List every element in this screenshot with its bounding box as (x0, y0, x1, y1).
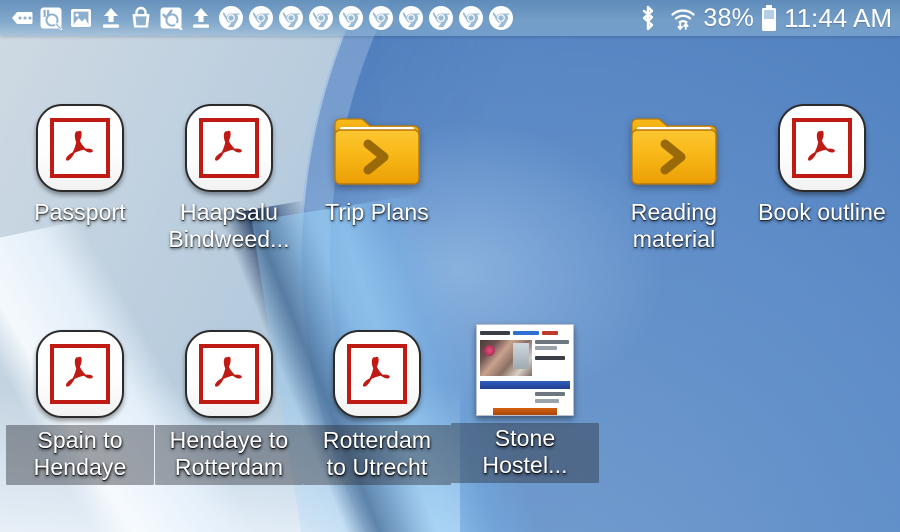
adobe-acrobat-icon (199, 344, 259, 404)
wifi-icon (668, 3, 698, 33)
bluetooth-icon (633, 3, 663, 33)
pdf-file-icon[interactable] (36, 104, 124, 192)
home-icon-book-outline[interactable]: Book outline (748, 102, 896, 226)
chrome-icon (246, 3, 276, 33)
battery-icon (759, 4, 779, 32)
pdf-file-icon[interactable] (36, 330, 124, 418)
home-screen-icon-grid[interactable]: Passport Haapsalu Bindweed... Trip Plans Re… (0, 36, 900, 532)
thumbnail-body (477, 338, 573, 378)
upload-icon (186, 3, 216, 33)
adobe-acrobat-icon (792, 118, 852, 178)
chrome-icon (216, 3, 246, 33)
home-icon-haapsalu-bindweed[interactable]: Haapsalu Bindweed... (155, 102, 303, 253)
folder-icon[interactable] (331, 108, 423, 192)
thumbnail-primary-button (480, 381, 570, 389)
battery-percent-label: 38% (703, 3, 755, 32)
chrome-icon (456, 3, 486, 33)
status-bar-system-icons[interactable]: 38% 11:44 AM (633, 3, 900, 34)
thumbnail-links (477, 415, 573, 416)
home-icon-label: Hendaye to Rotterdam (155, 425, 303, 485)
home-icon-stone-hostel[interactable]: Stone Hostel... (451, 322, 599, 483)
screen-recorder-icon (36, 3, 66, 33)
pdf-file-icon[interactable] (778, 104, 866, 192)
clock-label: 11:44 AM (784, 2, 892, 33)
image-saved-icon (66, 3, 96, 33)
chrome-icon (486, 3, 516, 33)
home-icon-reading-material[interactable]: Reading material (600, 102, 748, 253)
home-icon-rotterdam-to-utrecht[interactable]: Rotterdam to Utrecht (303, 328, 451, 485)
home-icon-hendaye-to-rotterdam[interactable]: Hendaye to Rotterdam (155, 328, 303, 485)
chrome-icon (366, 3, 396, 33)
thumbnail-footer (477, 389, 573, 406)
adobe-acrobat-icon (50, 118, 110, 178)
pdf-file-icon[interactable] (333, 330, 421, 418)
thumbnail-title-row (477, 325, 573, 338)
home-icon-label: Passport (34, 199, 126, 225)
upload-icon (96, 3, 126, 33)
adobe-acrobat-icon (347, 344, 407, 404)
folder-icon[interactable] (628, 108, 720, 192)
home-icon-label: Reading material (630, 199, 718, 252)
home-icon-label: Rotterdam to Utrecht (303, 425, 451, 485)
screenshot-captured-icon (156, 3, 186, 33)
home-icon-label: Spain to Hendaye (6, 425, 154, 485)
adobe-acrobat-icon (50, 344, 110, 404)
bag-icon (126, 3, 156, 33)
chrome-icon (336, 3, 366, 33)
home-icon-passport[interactable]: Passport (6, 102, 154, 226)
chrome-icon (426, 3, 456, 33)
thumbnail-detail-column (535, 340, 570, 376)
chrome-icon (306, 3, 336, 33)
thumbnail-secondary-button (493, 408, 557, 415)
home-icon-label: Haapsalu Bindweed... (168, 199, 290, 252)
home-icon-spain-to-hendaye[interactable]: Spain to Hendaye (6, 328, 154, 485)
thumbnail-photo (480, 340, 532, 376)
home-icon-trip-plans[interactable]: Trip Plans (303, 102, 451, 226)
adobe-acrobat-icon (199, 118, 259, 178)
home-icon-label: Stone Hostel... (451, 423, 599, 483)
chrome-icon (276, 3, 306, 33)
chrome-icon (396, 3, 426, 33)
pdf-file-icon[interactable] (185, 330, 273, 418)
pdf-file-icon[interactable] (185, 104, 273, 192)
status-bar[interactable]: 38% 11:44 AM (0, 0, 900, 36)
status-bar-notification-icons[interactable] (0, 3, 633, 33)
more-notifications-icon (6, 3, 36, 33)
home-icon-label: Trip Plans (325, 199, 429, 225)
home-icon-label: Book outline (758, 199, 886, 225)
android-home-screen: 38% 11:44 AM Passport Haapsalu Bindweed..… (0, 0, 900, 532)
screenshot-thumbnail-icon[interactable] (476, 324, 574, 416)
